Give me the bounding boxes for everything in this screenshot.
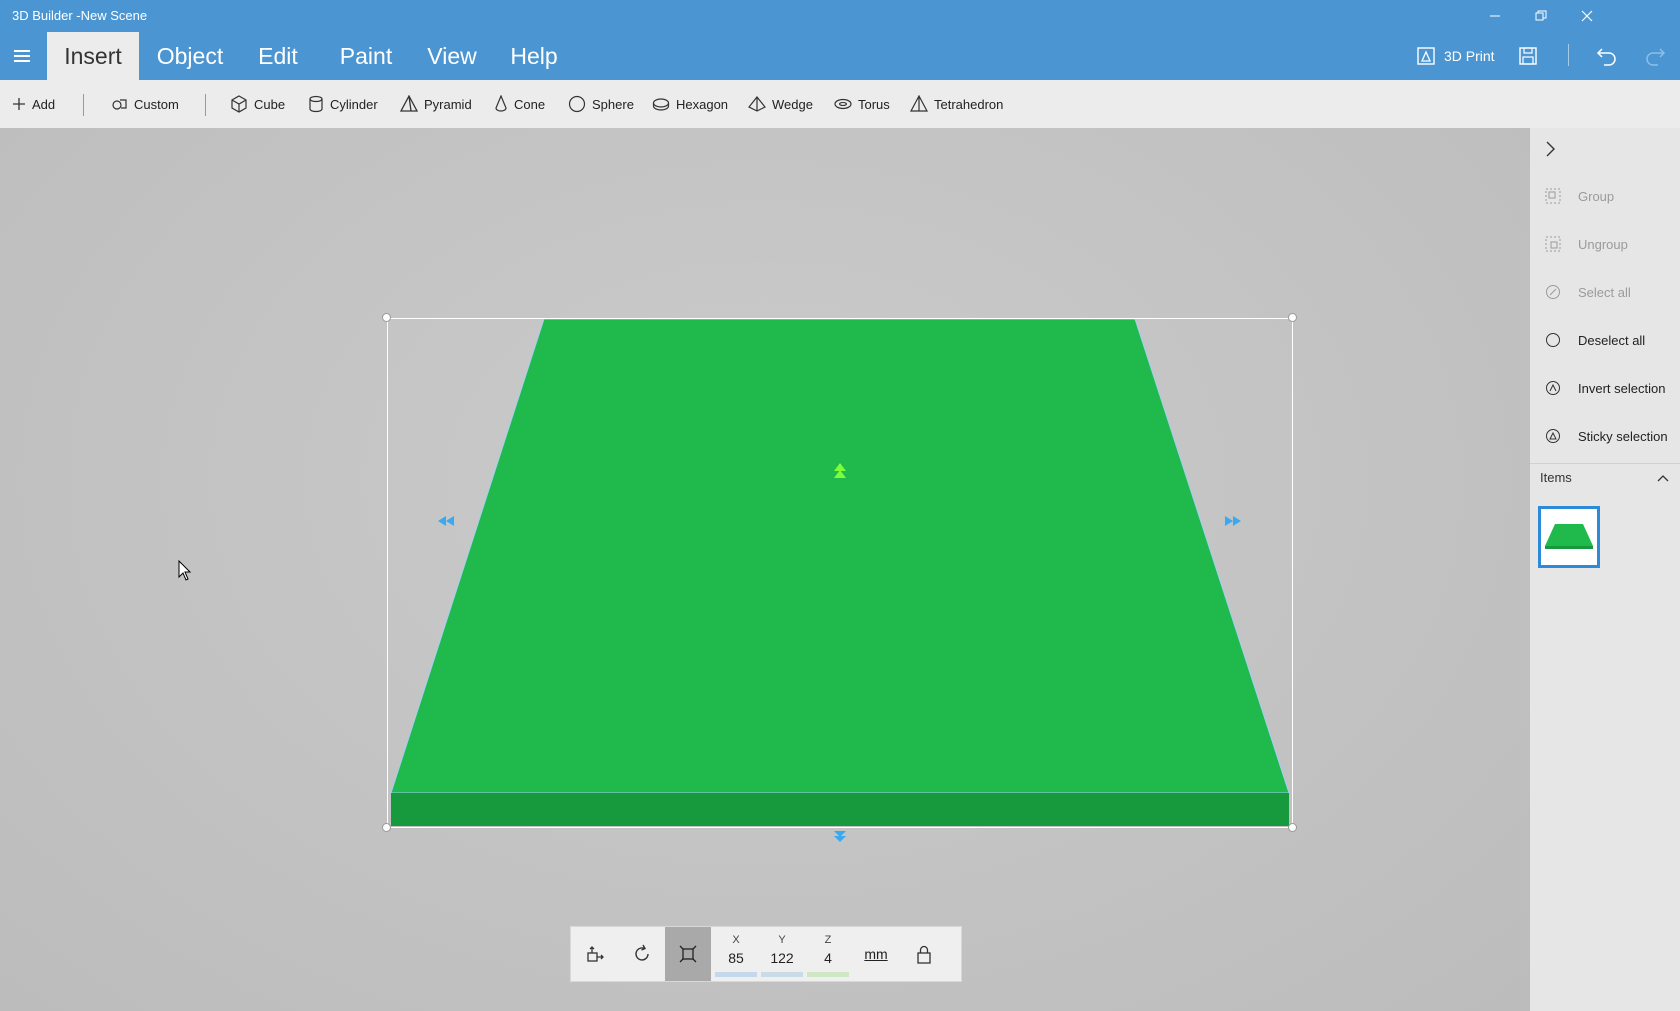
tab-insert[interactable]: Insert — [47, 32, 139, 80]
invert-selection-button[interactable]: Invert selection — [1530, 366, 1680, 410]
save-button[interactable] — [1518, 40, 1538, 72]
redo-button[interactable] — [1644, 40, 1666, 72]
ungroup-icon — [1544, 235, 1562, 253]
scale-icon — [679, 945, 697, 963]
cube-icon — [231, 95, 247, 113]
rotate-tool-button[interactable] — [619, 927, 665, 981]
cylinder-icon — [309, 95, 323, 113]
group-icon — [1544, 187, 1562, 205]
items-section-header[interactable]: Items — [1530, 463, 1680, 491]
tab-object[interactable]: Object — [148, 32, 232, 80]
title-bar: 3D Builder -New Scene Insert Object Edit… — [0, 0, 1680, 80]
restore-button[interactable] — [1518, 0, 1564, 32]
printer-icon — [1417, 47, 1435, 65]
restore-icon — [1535, 10, 1547, 21]
move-tool-button[interactable] — [571, 927, 619, 981]
save-icon — [1519, 47, 1537, 65]
scale-tool-button[interactable] — [665, 927, 711, 981]
hamburger-icon — [14, 50, 30, 52]
sticky-selection-icon — [1544, 427, 1562, 445]
tetrahedron-icon — [910, 95, 928, 112]
object-thumbnail-icon — [1545, 524, 1593, 549]
redo-icon — [1646, 48, 1666, 66]
plus-icon — [13, 98, 25, 110]
minimize-button[interactable] — [1472, 0, 1518, 32]
undo-button[interactable] — [1596, 40, 1618, 72]
y-dimension-field[interactable]: Y 122 — [759, 927, 805, 981]
hexagon-icon — [652, 98, 670, 111]
sticky-selection-button[interactable]: Sticky selection — [1530, 414, 1680, 458]
custom-shapes-icon — [112, 99, 127, 110]
lock-proportions-button[interactable] — [901, 927, 947, 981]
lock-icon — [917, 945, 931, 964]
tab-help[interactable]: Help — [502, 32, 566, 80]
resize-handle[interactable] — [1288, 313, 1297, 322]
insert-toolbar: Add Custom Cube Cylinder Pyramid Cone Sp… — [0, 80, 1680, 128]
transform-toolbar: X 85 Y 122 Z 4 mm — [570, 926, 962, 982]
wedge-icon — [748, 96, 766, 112]
ungroup-button[interactable]: Ungroup — [1530, 222, 1680, 266]
toolbar-divider — [83, 94, 84, 116]
z-dimension-field[interactable]: Z 4 — [805, 927, 851, 981]
resize-handle[interactable] — [382, 823, 391, 832]
deselect-all-icon — [1544, 331, 1562, 349]
pyramid-button[interactable]: Pyramid — [400, 80, 472, 128]
z-axis-indicator — [807, 972, 849, 977]
sphere-icon — [568, 95, 586, 113]
menu-button[interactable] — [10, 44, 34, 68]
cube-button[interactable]: Cube — [230, 80, 285, 128]
mouse-cursor-icon — [178, 560, 192, 581]
close-button[interactable] — [1564, 0, 1610, 32]
add-button[interactable]: Add — [12, 80, 55, 128]
chevron-right-icon — [1546, 141, 1555, 157]
toolbar-divider — [205, 94, 206, 116]
y-axis-indicator — [761, 972, 803, 977]
cylinder-button[interactable]: Cylinder — [308, 80, 378, 128]
tab-view[interactable]: View — [420, 32, 484, 80]
header-divider — [1568, 44, 1569, 66]
window-title: 3D Builder -New Scene — [12, 8, 148, 23]
close-icon — [1581, 10, 1593, 22]
move-icon — [587, 946, 604, 962]
selection-panel: Group Ungroup Select all Deselect all In… — [1530, 128, 1680, 1011]
resize-handle[interactable] — [1288, 823, 1297, 832]
select-all-icon — [1544, 283, 1562, 301]
move-down-arrow-icon[interactable] — [834, 831, 846, 842]
hexagon-button[interactable]: Hexagon — [652, 80, 728, 128]
resize-handle[interactable] — [382, 313, 391, 322]
x-axis-indicator — [715, 972, 757, 977]
x-dimension-field[interactable]: X 85 — [713, 927, 759, 981]
select-all-button[interactable]: Select all — [1530, 270, 1680, 314]
unit-selector[interactable]: mm — [853, 927, 899, 981]
rotate-icon — [635, 944, 649, 961]
torus-button[interactable]: Torus — [834, 80, 890, 128]
torus-icon — [834, 98, 852, 110]
cone-button[interactable]: Cone — [494, 80, 545, 128]
chevron-up-icon — [1657, 474, 1669, 481]
3d-print-button[interactable]: 3D Print — [1416, 40, 1495, 72]
undo-icon — [1596, 48, 1616, 66]
wedge-button[interactable]: Wedge — [748, 80, 813, 128]
3d-viewport[interactable]: X 85 Y 122 Z 4 mm — [0, 128, 1530, 1011]
item-thumbnail[interactable] — [1538, 506, 1600, 568]
tetrahedron-button[interactable]: Tetrahedron — [910, 80, 1003, 128]
group-button[interactable]: Group — [1530, 174, 1680, 218]
selection-bounding-box — [387, 318, 1293, 828]
custom-button[interactable]: Custom — [112, 80, 179, 128]
collapse-panel-button[interactable] — [1544, 140, 1558, 163]
tab-paint[interactable]: Paint — [328, 32, 404, 80]
invert-selection-icon — [1544, 379, 1562, 397]
pyramid-icon — [400, 95, 418, 112]
tab-edit[interactable]: Edit — [248, 32, 308, 80]
cone-icon — [495, 95, 507, 112]
sphere-button[interactable]: Sphere — [568, 80, 634, 128]
minimize-icon — [1490, 15, 1500, 17]
deselect-all-button[interactable]: Deselect all — [1530, 318, 1680, 362]
